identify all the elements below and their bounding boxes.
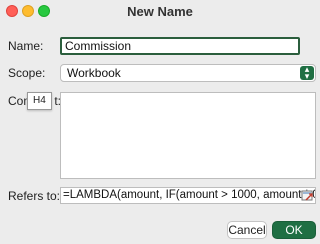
collapse-dialog-icon[interactable] bbox=[301, 189, 314, 202]
refers-to-input[interactable]: =LAMBDA(amount, IF(amount > 1000, amount… bbox=[60, 187, 316, 204]
title-bar: New Name bbox=[0, 0, 320, 22]
name-label: Name: bbox=[8, 39, 44, 53]
scope-label: Scope: bbox=[8, 66, 46, 80]
scope-value: Workbook bbox=[67, 66, 121, 80]
ok-button[interactable]: OK bbox=[272, 221, 316, 239]
refers-to-value: =LAMBDA(amount, IF(amount > 1000, amount… bbox=[63, 189, 315, 201]
cancel-button[interactable]: Cancel bbox=[227, 221, 267, 239]
up-down-chevron-icon: ▴ ▾ bbox=[300, 65, 314, 81]
refers-to-label: Refers to: bbox=[8, 189, 61, 203]
name-input[interactable]: Commission bbox=[60, 37, 300, 55]
dialog-title: New Name bbox=[127, 4, 193, 19]
cell-reference-tooltip: H4 bbox=[27, 92, 52, 110]
scope-select[interactable]: Workbook ▴ ▾ bbox=[60, 64, 316, 82]
comment-textarea[interactable] bbox=[60, 92, 316, 179]
